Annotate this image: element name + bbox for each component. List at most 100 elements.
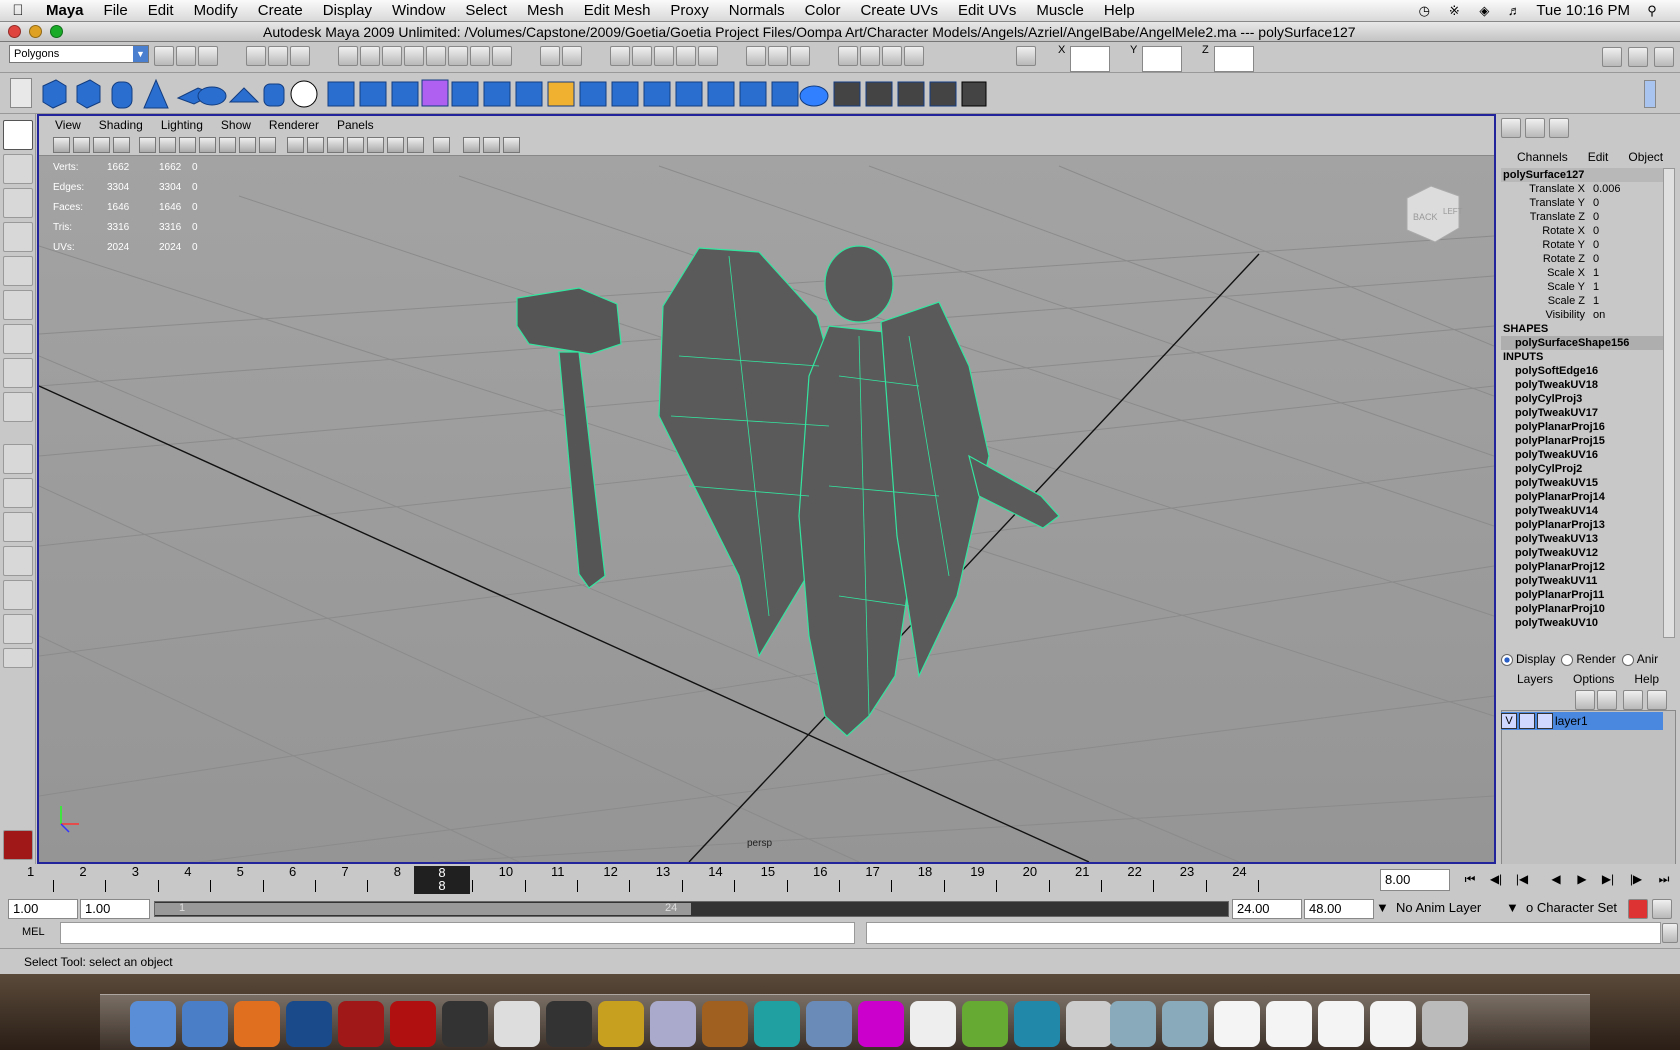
clock[interactable]: Tue 10:16 PM [1536,2,1630,19]
minimize-icon[interactable] [29,25,42,38]
wireframe-on-shaded-icon[interactable] [483,137,500,153]
input-node[interactable]: polyTweakUV16 [1501,448,1663,462]
grid-icon[interactable] [139,137,156,153]
input-line-mode-icon[interactable] [1016,46,1036,66]
ipr-render-icon[interactable] [882,46,902,66]
ical-icon[interactable] [754,1001,800,1047]
menu-proxy[interactable]: Proxy [660,2,718,19]
snap-curve-icon[interactable] [632,46,652,66]
range-slider-thumb[interactable] [155,903,691,915]
animation-start-field[interactable]: 1.00 [8,899,78,919]
show-channel-box-icon[interactable] [1654,47,1674,67]
vp-menu-shading[interactable]: Shading [99,118,143,132]
play-backward-icon[interactable]: ◀ [1546,872,1566,888]
step-back-frame-icon[interactable]: ◀| [1486,872,1506,888]
soft-modification-icon[interactable] [3,358,33,388]
layer-color-swatch[interactable] [1537,713,1553,729]
select-camera-icon[interactable] [53,137,70,153]
input-node[interactable]: polyPlanarProj11 [1501,588,1663,602]
menu-file[interactable]: File [94,2,138,19]
attr-row[interactable]: Translate Y0 [1501,196,1663,210]
file-thumb-3-icon[interactable] [1318,1001,1364,1047]
xray-joints-icon[interactable] [503,137,520,153]
character-set-label[interactable]: o Character Set [1526,899,1626,919]
gate-mask-icon[interactable] [199,137,216,153]
safe-action-icon[interactable] [239,137,256,153]
layer-only-icon[interactable] [1549,118,1569,138]
rapidweaver-icon[interactable] [962,1001,1008,1047]
film-gate-icon[interactable] [159,137,176,153]
image-plane-icon[interactable] [113,137,130,153]
range-slider[interactable]: 1 24 [154,901,1229,917]
render-icon[interactable] [860,46,880,66]
file-thumb-1-icon[interactable] [1214,1001,1260,1047]
maya-icon[interactable] [338,1001,384,1047]
y-field[interactable] [1142,46,1182,72]
render-settings-icon[interactable] [904,46,924,66]
attr-row[interactable]: Rotate Z0 [1501,252,1663,266]
new-layer-selected-icon[interactable] [1597,690,1617,710]
mask-curves-icon[interactable] [382,46,402,66]
menu-window[interactable]: Window [382,2,455,19]
input-node[interactable]: polyTweakUV11 [1501,574,1663,588]
four-view-layout-icon[interactable] [3,478,33,508]
itunes-icon[interactable] [650,1001,696,1047]
menu-mesh[interactable]: Mesh [517,2,574,19]
input-node[interactable]: polyTweakUV15 [1501,476,1663,490]
anim-layer-label[interactable]: No Anim Layer [1396,899,1481,919]
layer-visibility-toggle[interactable]: V [1501,713,1517,729]
object-menu[interactable]: Object [1628,150,1663,166]
layer-display-type-toggle[interactable] [1519,713,1535,729]
input-node[interactable]: polyPlanarProj12 [1501,560,1663,574]
xray-icon[interactable] [387,137,404,153]
mask-dynamics-icon[interactable] [448,46,468,66]
camera-attributes-icon[interactable] [73,137,90,153]
input-node[interactable]: polySoftEdge16 [1501,364,1663,378]
snap-point-icon[interactable] [654,46,674,66]
quicktime-icon[interactable] [1014,1001,1060,1047]
color-picker-icon[interactable] [858,1001,904,1047]
bluetooth-icon[interactable]: ※ [1446,3,1462,18]
open-scene-icon[interactable] [176,46,196,66]
animation-end-field[interactable]: 48.00 [1304,899,1374,919]
apple-icon[interactable]:  [0,2,36,19]
command-language-label[interactable]: MEL [22,926,45,938]
menu-edit[interactable]: Edit [138,2,184,19]
input-ops-icon[interactable] [746,46,766,66]
layer-row[interactable]: V layer1 [1501,712,1663,730]
input-node[interactable]: polyPlanarProj15 [1501,434,1663,448]
mask-rendering-icon[interactable] [470,46,490,66]
menu-muscle[interactable]: Muscle [1026,2,1094,19]
flat-shade-icon[interactable] [327,137,344,153]
highlight-selection-icon[interactable] [562,46,582,66]
select-tool-icon[interactable] [3,120,33,150]
current-frame-marker[interactable]: 88 [414,866,470,894]
wireframe-icon[interactable] [287,137,304,153]
input-node[interactable]: polyTweakUV14 [1501,504,1663,518]
resolution-gate-icon[interactable] [179,137,196,153]
menu-edit-uvs[interactable]: Edit UVs [948,2,1026,19]
paint-select-tool-icon[interactable] [3,188,33,218]
channel-scrollbar[interactable] [1663,168,1675,638]
channel-layer-icon[interactable] [1525,118,1545,138]
vp-menu-renderer[interactable]: Renderer [269,118,319,132]
script-editor-dock-icon[interactable] [494,1001,540,1047]
safe-title-icon[interactable] [259,137,276,153]
mask-surfaces-icon[interactable] [404,46,424,66]
rotate-tool-icon[interactable] [3,256,33,286]
vp-menu-lighting[interactable]: Lighting [161,118,203,132]
layer-help-menu[interactable]: Help [1634,672,1659,686]
move-down-icon[interactable] [1647,690,1667,710]
select-hierarchy-icon[interactable] [246,46,266,66]
show-manipulator-icon[interactable] [3,392,33,422]
persp-graph-layout-icon[interactable] [3,546,33,576]
character-set-dropdown-icon[interactable]: ▼ [1506,899,1519,919]
input-node[interactable]: polyPlanarProj16 [1501,420,1663,434]
attr-row[interactable]: Scale Y1 [1501,280,1663,294]
menu-display[interactable]: Display [313,2,382,19]
menu-normals[interactable]: Normals [719,2,795,19]
input-node[interactable]: polyTweakUV10 [1501,616,1663,630]
input-node[interactable]: polyTweakUV13 [1501,532,1663,546]
menu-help[interactable]: Help [1094,2,1145,19]
photoshop-icon[interactable] [286,1001,332,1047]
